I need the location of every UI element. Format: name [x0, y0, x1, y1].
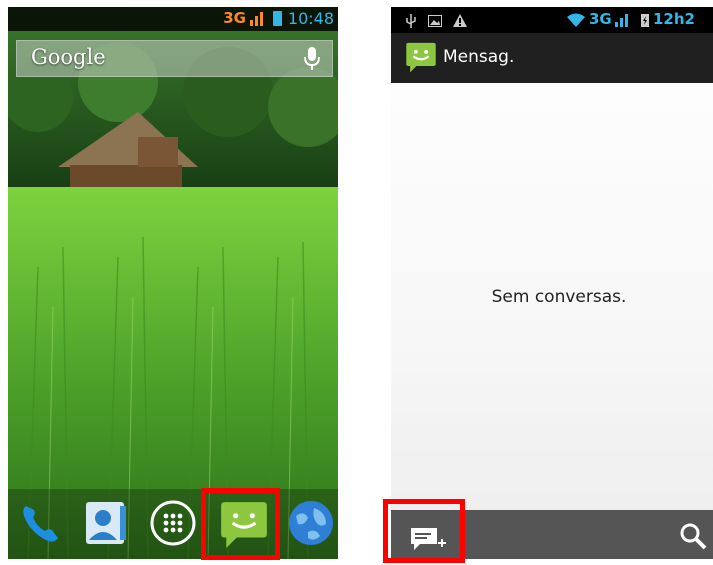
search-icon[interactable] — [679, 522, 707, 550]
google-search-label: Google — [31, 45, 106, 69]
clock: 12h2 — [653, 10, 695, 28]
battery-icon — [641, 14, 649, 27]
status-bar: 3G 12h2 — [391, 7, 713, 33]
messaging-screen: 3G 12h2 Mensag. Sem conversas. — [391, 7, 713, 559]
contacts-icon[interactable] — [80, 498, 130, 548]
clock: 10:48 — [287, 9, 334, 28]
network-type: 3G — [589, 10, 612, 28]
wifi-icon — [567, 13, 585, 27]
phone-icon[interactable] — [16, 498, 66, 548]
status-bar: 3G 10:48 — [8, 7, 338, 31]
empty-conversations-text: Sem conversas. — [491, 287, 627, 307]
image-icon — [427, 14, 442, 27]
messaging-highlight-box — [201, 488, 280, 560]
battery-icon — [273, 11, 282, 26]
signal-icon — [615, 14, 628, 27]
microphone-icon[interactable] — [304, 47, 320, 71]
signal-icon — [250, 12, 263, 26]
new-message-highlight-box — [383, 499, 465, 563]
network-type: 3G — [223, 9, 246, 27]
wallpaper — [8, 7, 338, 559]
app-title: Mensag. — [443, 47, 515, 67]
app-drawer-icon[interactable] — [148, 498, 198, 548]
notification-icons — [405, 11, 467, 29]
action-bar: Mensag. — [391, 33, 713, 83]
dock — [8, 492, 338, 559]
usb-icon — [406, 13, 416, 28]
google-search-widget[interactable]: Google — [16, 40, 333, 77]
home-screen: 3G 10:48 Google — [8, 7, 338, 559]
browser-globe-icon[interactable] — [286, 498, 336, 548]
messaging-app-icon[interactable] — [405, 41, 437, 73]
warning-icon — [452, 14, 467, 27]
